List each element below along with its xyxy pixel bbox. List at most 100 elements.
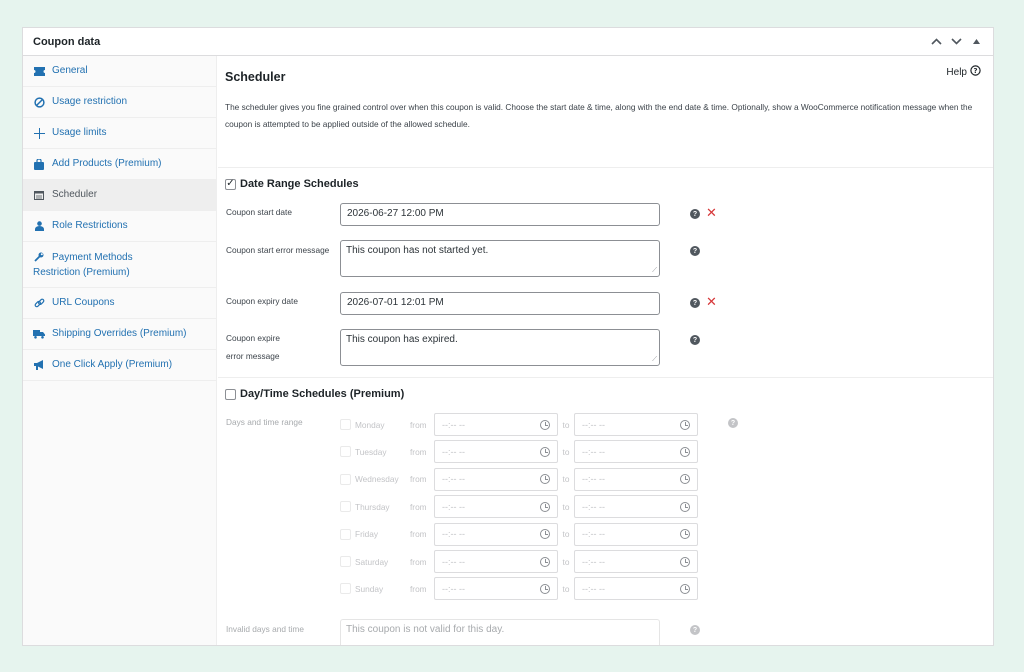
- end-time-input[interactable]: --:-- --: [574, 440, 698, 464]
- tab-label: One Click Apply (Premium): [52, 359, 173, 370]
- start-time-input[interactable]: --:-- --: [434, 413, 558, 436]
- tab-usage-restriction[interactable]: Usage restriction: [23, 87, 216, 118]
- clear-date-icon[interactable]: ✕: [706, 295, 717, 308]
- help-tip-icon[interactable]: ?: [690, 246, 700, 256]
- tab-label-line2: Restriction (Premium): [33, 267, 130, 278]
- tab-label: Usage limits: [52, 127, 107, 138]
- from-label: from: [410, 583, 427, 594]
- tab-general[interactable]: General: [23, 56, 216, 87]
- day-name: Sunday: [355, 583, 384, 594]
- day-name: Saturday: [355, 556, 389, 567]
- expire-error-text: This coupon has expired.: [346, 334, 458, 345]
- coupon-data-panel: Coupon data General Usage restriction Us…: [22, 27, 994, 646]
- time-placeholder: --:-- --: [582, 474, 605, 485]
- invalid-error-textarea[interactable]: This coupon is not valid for this day. ⟋: [340, 619, 660, 645]
- end-time-input[interactable]: --:-- --: [574, 577, 698, 601]
- start-error-label: Coupon start error message: [226, 245, 330, 255]
- tab-one-click-apply[interactable]: One Click Apply (Premium): [23, 350, 216, 381]
- expiry-date-label: Coupon expiry date: [226, 296, 298, 306]
- clock-icon: [540, 419, 550, 430]
- clock-icon: [680, 556, 690, 567]
- start-time-input[interactable]: --:-- --: [434, 550, 558, 573]
- day-time-label: Day/Time Schedules (Premium): [240, 388, 405, 400]
- wrench-icon: [33, 251, 45, 263]
- day-name: Friday: [355, 529, 379, 540]
- help-tip-icon[interactable]: ?: [690, 335, 700, 345]
- tab-label: Usage restriction: [52, 96, 128, 107]
- start-time-input[interactable]: --:-- --: [434, 440, 558, 464]
- time-placeholder: --:-- --: [582, 556, 605, 567]
- expiry-date-input[interactable]: 2026-07-01 12:01 PM: [340, 292, 660, 315]
- resize-grip-icon[interactable]: ⟋: [652, 356, 657, 364]
- end-time-input[interactable]: --:-- --: [574, 413, 698, 436]
- tab-label: General: [52, 65, 88, 76]
- time-placeholder: --:-- --: [582, 446, 605, 457]
- day-checkbox[interactable]: [340, 501, 351, 513]
- tab-label: Shipping Overrides (Premium): [52, 328, 187, 339]
- panel-controls: [929, 35, 983, 49]
- day-name: Tuesday: [355, 446, 387, 457]
- start-time-input[interactable]: --:-- --: [434, 577, 558, 601]
- help-tip-icon[interactable]: ?: [728, 418, 738, 428]
- clock-icon: [540, 529, 550, 540]
- start-time-input[interactable]: --:-- --: [434, 522, 558, 546]
- time-placeholder: --:-- --: [442, 446, 465, 457]
- user-icon: [33, 220, 45, 232]
- time-placeholder: --:-- --: [442, 474, 465, 485]
- clock-icon: [680, 501, 690, 512]
- time-placeholder: --:-- --: [582, 529, 605, 540]
- help-link[interactable]: Help ?: [946, 65, 981, 79]
- days-range-label: Days and time range: [226, 417, 303, 427]
- help-tip-icon[interactable]: ?: [690, 625, 700, 635]
- end-time-input[interactable]: --:-- --: [574, 522, 698, 546]
- scheduler-panel: Scheduler Help ? The scheduler gives you…: [218, 56, 993, 645]
- panel-title: Coupon data: [33, 35, 101, 48]
- expire-error-textarea[interactable]: This coupon has expired. ⟋: [340, 329, 660, 366]
- day-checkbox[interactable]: [340, 419, 351, 430]
- date-range-checkbox[interactable]: [225, 178, 236, 190]
- tab-label: URL Coupons: [52, 297, 115, 308]
- resize-grip-icon[interactable]: ⟋: [652, 267, 657, 275]
- clock-icon: [540, 556, 550, 567]
- divider: [218, 167, 993, 168]
- help-tip-icon[interactable]: ?: [690, 209, 700, 219]
- day-checkbox[interactable]: [340, 446, 351, 458]
- move-up-icon[interactable]: [929, 35, 943, 49]
- start-time-input[interactable]: --:-- --: [434, 495, 558, 519]
- tab-add-products[interactable]: Add Products (Premium): [23, 149, 216, 180]
- start-date-input[interactable]: 2026-06-27 12:00 PM: [340, 203, 660, 226]
- day-checkbox[interactable]: [340, 473, 351, 485]
- clock-icon: [680, 419, 690, 430]
- start-error-textarea[interactable]: This coupon has not started yet. ⟋: [340, 240, 660, 277]
- tab-scheduler[interactable]: Scheduler: [23, 180, 216, 211]
- from-label: from: [410, 446, 427, 457]
- link-icon: [33, 297, 45, 309]
- end-time-input[interactable]: --:-- --: [574, 495, 698, 519]
- tab-url-coupons[interactable]: URL Coupons: [23, 288, 216, 319]
- help-tip-icon[interactable]: ?: [690, 298, 700, 308]
- day-checkbox[interactable]: [340, 556, 351, 567]
- clear-date-icon[interactable]: ✕: [706, 206, 717, 219]
- from-label: from: [410, 474, 427, 485]
- end-time-input[interactable]: --:-- --: [574, 467, 698, 491]
- expire-error-label-line1: Coupon expire: [226, 333, 280, 343]
- tab-usage-limits[interactable]: Usage limits: [23, 118, 216, 149]
- day-checkbox[interactable]: [340, 583, 351, 595]
- time-placeholder: --:-- --: [582, 583, 605, 594]
- day-row: Saturday from --:-- -- to --:-- --: [340, 550, 698, 573]
- end-time-input[interactable]: --:-- --: [574, 550, 698, 573]
- day-row: Sunday from --:-- -- to --:-- --: [340, 577, 698, 601]
- clock-icon: [680, 529, 690, 540]
- tab-shipping-overrides[interactable]: Shipping Overrides (Premium): [23, 319, 216, 350]
- day-checkbox[interactable]: [340, 528, 351, 540]
- collapse-toggle-icon[interactable]: [969, 35, 983, 49]
- invalid-error-label-line1: Invalid days and time: [226, 624, 304, 634]
- day-time-checkbox[interactable]: [225, 388, 236, 400]
- question-circle-icon: ?: [970, 65, 981, 79]
- tab-role-restrictions[interactable]: Role Restrictions: [23, 211, 216, 242]
- tab-payment-methods[interactable]: Payment Methods Restriction (Premium): [23, 242, 216, 288]
- date-range-label: Date Range Schedules: [240, 178, 359, 190]
- start-time-input[interactable]: --:-- --: [434, 467, 558, 491]
- divider: [218, 377, 993, 378]
- move-down-icon[interactable]: [949, 35, 963, 49]
